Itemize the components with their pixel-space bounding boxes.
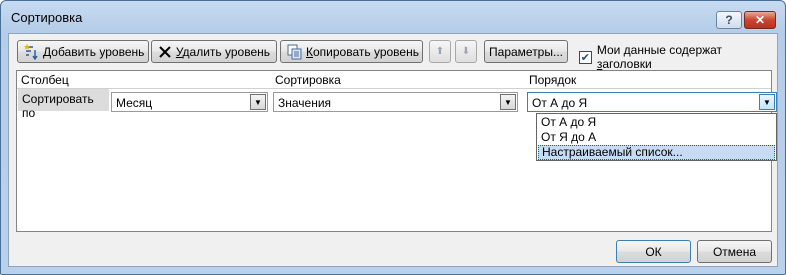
- ok-button[interactable]: ОК: [616, 240, 691, 263]
- chevron-down-icon[interactable]: ▼: [250, 94, 266, 110]
- delete-level-label: Удалить уровень: [175, 44, 270, 59]
- grid-header: Столбец Сортировка Порядок: [17, 71, 771, 89]
- chevron-down-icon[interactable]: ▼: [759, 94, 775, 110]
- options-label: Параметры...: [489, 44, 563, 59]
- close-button[interactable]: ✕: [744, 11, 776, 29]
- copy-level-label: Копировать уровень: [306, 44, 419, 59]
- cancel-button[interactable]: Отмена: [697, 240, 772, 263]
- order-dropdown-list: От А до Я От Я до А Настраиваемый список…: [536, 113, 777, 161]
- sort-by-row-label[interactable]: Сортировать по: [18, 89, 109, 120]
- help-button[interactable]: ?: [716, 11, 742, 29]
- headers-checkbox-label[interactable]: Мои данные содержат заголовки: [597, 43, 777, 71]
- column-select[interactable]: Месяц ▼: [111, 92, 268, 112]
- headers-checkbox-wrap[interactable]: ✔ Мои данные содержат заголовки: [579, 43, 777, 71]
- headers-checkbox[interactable]: ✔: [579, 50, 592, 64]
- order-option[interactable]: От А до Я: [538, 115, 775, 130]
- move-down-button[interactable]: ⬇: [455, 40, 477, 63]
- options-button[interactable]: Параметры...: [484, 40, 568, 63]
- arrow-up-icon: ⬆: [435, 46, 445, 57]
- title-bar: Сортировка ? ✕: [1, 1, 785, 33]
- header-sort-on: Сортировка: [275, 73, 341, 87]
- copy-icon: [287, 44, 303, 60]
- add-level-label: Добавить уровень: [43, 44, 145, 59]
- delete-level-button[interactable]: Удалить уровень: [151, 40, 277, 63]
- copy-level-button[interactable]: Копировать уровень: [280, 40, 423, 63]
- close-icon: ✕: [754, 13, 766, 27]
- arrow-down-icon: ⬇: [461, 46, 471, 57]
- order-option-custom-list[interactable]: Настраиваемый список...: [538, 145, 775, 160]
- order-option[interactable]: От Я до А: [538, 130, 775, 145]
- order-select[interactable]: От А до Я ▼: [527, 92, 777, 112]
- sort-levels-grid: Столбец Сортировка Порядок Сортировать п…: [16, 70, 777, 232]
- move-up-button[interactable]: ⬆: [429, 40, 451, 63]
- sort-on-select-value: Значения: [278, 96, 332, 110]
- dialog-body: Добавить уровень Удалить уровень Копиров…: [8, 33, 778, 267]
- sort-dialog: Сортировка ? ✕ Добавить уровень Удалить …: [0, 0, 786, 275]
- column-select-value: Месяц: [116, 96, 153, 110]
- sort-on-select[interactable]: Значения ▼: [273, 92, 518, 112]
- header-column: Столбец: [21, 73, 69, 87]
- delete-x-icon: [158, 44, 173, 60]
- header-order: Порядок: [529, 73, 577, 87]
- help-icon: ?: [725, 13, 733, 27]
- add-level-icon: [24, 43, 40, 60]
- dialog-title: Сортировка: [11, 10, 83, 25]
- add-level-button[interactable]: Добавить уровень: [17, 40, 149, 63]
- order-select-value: От А до Я: [532, 96, 588, 110]
- checkmark-icon: ✔: [580, 51, 591, 64]
- chevron-down-icon[interactable]: ▼: [500, 94, 516, 110]
